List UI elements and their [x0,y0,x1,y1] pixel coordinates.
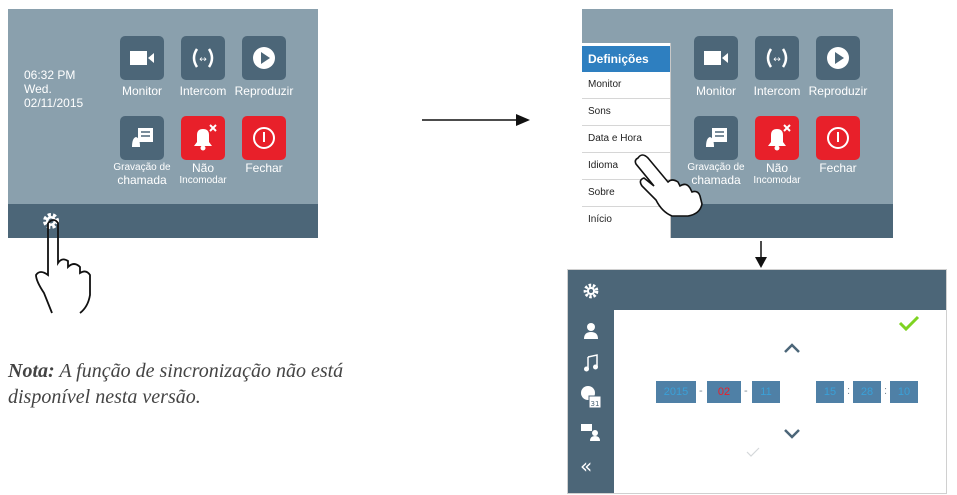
do-not-disturb-label-2: Incomodar [753,175,801,186]
faint-check-icon [746,447,760,457]
menu-title: Definições [582,46,670,72]
monitor-button[interactable] [120,36,164,80]
power-icon [253,127,275,149]
close-button[interactable] [242,116,286,160]
second-field[interactable]: 10 [890,381,918,403]
bell-muted-icon [768,124,791,151]
svg-text:↔: ↔ [773,55,781,65]
do-not-disturb-label-1: Não [765,161,788,175]
arrow-down-icon [755,241,767,268]
screen-title: Data e hora [652,319,720,334]
menu-item-monitor[interactable]: Monitor [582,72,670,99]
user-icon[interactable] [583,322,599,340]
music-note-icon[interactable] [583,354,599,372]
note-label: Nota: [8,360,55,382]
close-label: Fechar [245,161,283,175]
clock-day: Wed. [24,82,52,96]
close-label: Fechar [819,161,857,175]
play-icon [253,47,275,69]
do-not-disturb-label-1: Não [191,161,214,175]
do-not-disturb-button[interactable] [181,116,225,160]
note-line2: disponível nesta versão. [8,386,201,408]
language-user-icon[interactable] [580,422,602,442]
date-time-screen: Data e hora 31 « 2015 - 02 - 11 15 : 28 … [567,269,947,494]
date-separator: - [744,385,748,397]
day-field[interactable]: 11 [752,381,780,403]
call-recording-button[interactable] [120,116,164,160]
back-button[interactable]: « [580,454,592,478]
chevron-down-icon[interactable] [783,428,801,440]
clock-time: 06:32 PM [24,68,76,82]
monitor-button[interactable] [694,36,738,80]
call-recording-label-2: chamada [117,173,167,187]
confirm-check-icon[interactable] [898,315,920,331]
note-text: Nota: A função de sincronização não está… [8,358,368,410]
menu-item-sons[interactable]: Sons [582,99,670,126]
svg-text:31: 31 [591,400,600,408]
minute-field[interactable]: 28 [853,381,881,403]
hour-field[interactable]: 15 [816,381,844,403]
hand-pointer-icon [35,219,91,314]
recording-icon [132,128,153,147]
year-field[interactable]: 2015 [656,381,696,403]
bell-muted-icon [194,124,217,151]
intercom-button[interactable]: ↔ [181,36,225,80]
gear-icon[interactable] [582,282,600,300]
monitor-label: Monitor [695,84,736,98]
playback-label: Reproduzir [234,84,294,98]
title-bar [568,270,946,310]
intercom-label: Intercom [753,84,801,98]
playback-button[interactable] [816,36,860,80]
hand-pointer-icon [634,154,703,217]
time-separator: : [884,385,888,397]
intercom-label: Intercom [179,84,227,98]
playback-label: Reproduzir [808,84,868,98]
month-field[interactable]: 02 [707,381,741,403]
intercom-button[interactable]: ↔ [755,36,799,80]
date-separator: - [699,385,703,397]
close-button[interactable] [816,116,860,160]
note-line1: A função de sincronização não está [59,360,344,382]
monitor-label: Monitor [121,84,162,98]
svg-text:↔: ↔ [199,55,207,65]
do-not-disturb-label-2: Incomodar [179,175,227,186]
time-separator: : [847,385,851,397]
camera-icon [704,51,728,65]
do-not-disturb-button[interactable] [755,116,799,160]
playback-button[interactable] [242,36,286,80]
calendar-clock-icon[interactable]: 31 [579,384,603,410]
arrow-right-icon [422,114,530,126]
chevron-up-icon[interactable] [783,342,801,354]
power-icon [827,127,849,149]
camera-icon [130,51,154,65]
main-screen: 06:32 PM Wed. 02/11/2015 Monitor ↔ Inter… [8,9,318,238]
play-icon [827,47,849,69]
intercom-icon: ↔ [192,48,214,68]
clock-date: 02/11/2015 [24,96,84,110]
intercom-icon: ↔ [766,48,788,68]
